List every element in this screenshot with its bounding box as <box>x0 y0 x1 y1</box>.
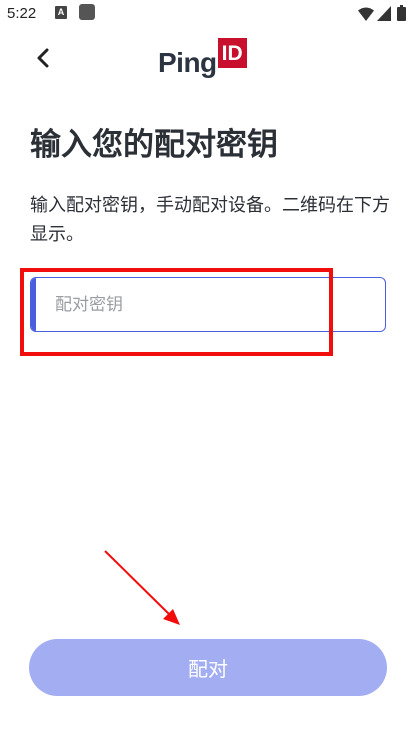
back-button[interactable] <box>26 40 62 76</box>
signal-icon <box>377 6 391 21</box>
logo-badge: ID <box>217 38 247 68</box>
pair-button[interactable]: 配对 <box>29 639 387 696</box>
page-description: 输入配对密钥，手动配对设备。二维码在下方显示。 <box>30 195 390 245</box>
page-title: 输入您的配对密钥 <box>30 127 278 163</box>
pairing-key-input[interactable] <box>55 278 375 331</box>
status-bar: 5:22 A <box>0 0 417 30</box>
status-time: 5:22 <box>7 5 37 22</box>
notification-square-icon <box>79 4 95 20</box>
pairing-key-field[interactable] <box>30 277 386 332</box>
logo-text: Ping <box>158 47 217 78</box>
screen: 5:22 A Ping ID 输入您的配对密钥 输入配对密钥，手动配对设备。二维… <box>0 0 417 743</box>
input-focus-accent <box>31 278 36 331</box>
wifi-icon <box>358 7 374 21</box>
notification-a-icon: A <box>55 6 67 19</box>
battery-icon <box>397 5 406 21</box>
arrow-back-icon <box>37 48 49 68</box>
annotation-arrow <box>104 550 180 625</box>
pingid-logo: Ping ID <box>158 38 247 78</box>
